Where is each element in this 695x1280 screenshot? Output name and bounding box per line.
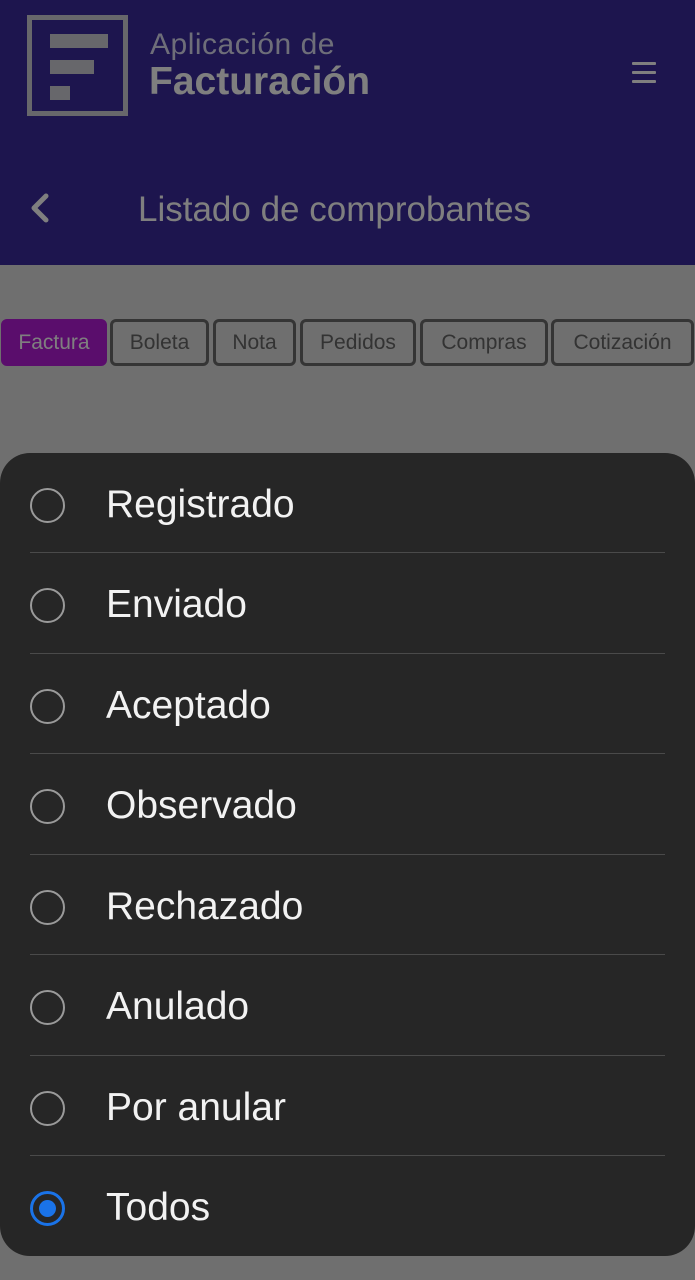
- option-anulado[interactable]: Anulado: [0, 957, 695, 1057]
- option-aceptado[interactable]: Aceptado: [0, 656, 695, 756]
- radio-button[interactable]: [30, 689, 65, 724]
- option-label: Observado: [106, 784, 297, 827]
- radio-button[interactable]: [30, 990, 65, 1025]
- option-observado[interactable]: Observado: [0, 756, 695, 856]
- radio-button[interactable]: [30, 890, 65, 925]
- option-label: Rechazado: [106, 885, 304, 928]
- radio-button[interactable]: [30, 1091, 65, 1126]
- divider: [30, 1055, 665, 1056]
- option-todos[interactable]: Todos: [0, 1158, 695, 1258]
- option-label: Anulado: [106, 985, 250, 1028]
- option-label: Registrado: [106, 483, 295, 526]
- status-filter-sheet: Registrado Enviado Aceptado Observado Re…: [0, 453, 695, 1256]
- radio-button-selected[interactable]: [30, 1191, 65, 1226]
- option-label: Enviado: [106, 583, 247, 626]
- radio-button[interactable]: [30, 588, 65, 623]
- option-rechazado[interactable]: Rechazado: [0, 857, 695, 957]
- radio-button[interactable]: [30, 488, 65, 523]
- divider: [30, 653, 665, 654]
- divider: [30, 753, 665, 754]
- option-label: Todos: [106, 1186, 211, 1229]
- radio-button[interactable]: [30, 789, 65, 824]
- divider: [30, 1155, 665, 1156]
- option-enviado[interactable]: Enviado: [0, 555, 695, 655]
- divider: [30, 854, 665, 855]
- option-registrado[interactable]: Registrado: [0, 455, 695, 555]
- option-label: Por anular: [106, 1086, 286, 1129]
- option-por-anular[interactable]: Por anular: [0, 1058, 695, 1158]
- option-label: Aceptado: [106, 684, 271, 727]
- divider: [30, 954, 665, 955]
- divider: [30, 552, 665, 553]
